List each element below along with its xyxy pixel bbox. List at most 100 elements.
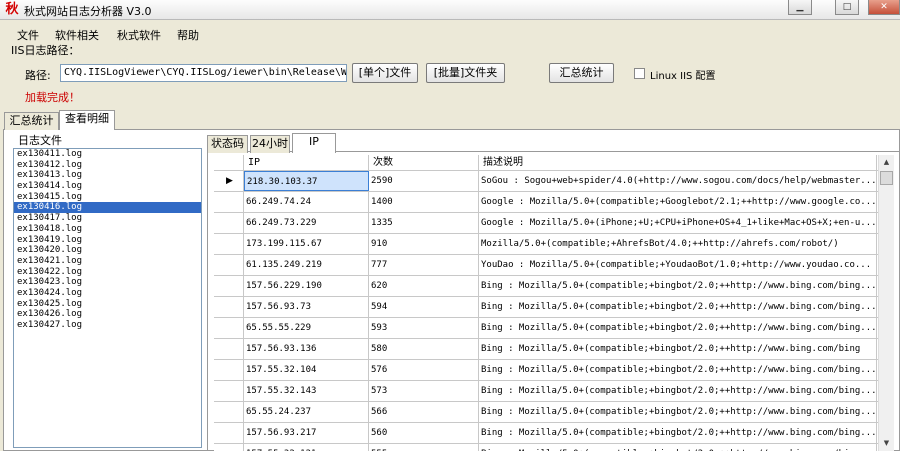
row-header[interactable] [214, 381, 244, 401]
cell-count[interactable]: 777 [369, 255, 479, 275]
log-file-item[interactable]: ex130418.log [14, 224, 201, 235]
row-header[interactable] [214, 276, 244, 296]
batch-folder-button[interactable]: [批量]文件夹 [426, 63, 505, 83]
tab-summary[interactable]: 汇总统计 [4, 112, 59, 130]
summary-button[interactable]: 汇总统计 [549, 63, 614, 83]
cell-ip[interactable]: 218.30.103.37 [244, 171, 369, 191]
cell-description[interactable]: Google : Mozilla/5.0+(compatible;+Google… [479, 192, 877, 212]
cell-ip[interactable]: 157.55.32.143 [244, 381, 369, 401]
table-row[interactable]: 157.56.93.136 580 Bing : Mozilla/5.0+(comp… [214, 339, 878, 360]
table-row[interactable]: 173.199.115.67 910 Mozilla/5.0+(compatible… [214, 234, 878, 255]
log-file-item[interactable]: ex130423.log [14, 277, 201, 288]
log-file-item[interactable]: ex130420.log [14, 245, 201, 256]
menu-software[interactable]: 软件相关 [55, 27, 99, 43]
cell-count[interactable]: 2590 [369, 171, 479, 191]
cell-count[interactable]: 560 [369, 423, 479, 443]
cell-description[interactable]: Bing : Mozilla/5.0+(compatible;+bingbot/… [479, 381, 877, 401]
table-row[interactable]: 66.249.74.24 1400 Google : Mozilla/5.0+(co… [214, 192, 878, 213]
cell-count[interactable]: 1335 [369, 213, 479, 233]
table-row[interactable]: 157.55.32.143 573 Bing : Mozilla/5.0+(comp… [214, 381, 878, 402]
log-file-item[interactable]: ex130422.log [14, 267, 201, 278]
cell-description[interactable]: SoGou : Sogou+web+spider/4.0(+http://www… [479, 171, 877, 191]
table-row[interactable]: 65.55.55.229 593 Bing : Mozilla/5.0+(compa… [214, 318, 878, 339]
row-header[interactable] [214, 360, 244, 380]
cell-description[interactable]: Google : Mozilla/5.0+(iPhone;+U;+CPU+iPh… [479, 213, 877, 233]
row-header[interactable] [214, 297, 244, 317]
table-row[interactable]: ▶ 218.30.103.37 2590 SoGou : Sogou+web+spid… [214, 171, 878, 192]
column-header-description[interactable]: 描述说明 [479, 155, 877, 170]
cell-count[interactable]: 580 [369, 339, 479, 359]
cell-ip[interactable]: 65.55.24.237 [244, 402, 369, 422]
row-header[interactable] [214, 255, 244, 275]
log-file-item[interactable]: ex130417.log [14, 213, 201, 224]
cell-description[interactable]: Bing : Mozilla/5.0+(compatible;+bingbot/… [479, 297, 877, 317]
table-row[interactable]: 65.55.24.237 566 Bing : Mozilla/5.0+(compa… [214, 402, 878, 423]
row-header[interactable] [214, 444, 244, 451]
log-file-item[interactable]: ex130421.log [14, 256, 201, 267]
table-row[interactable]: 66.249.73.229 1335 Google : Mozilla/5.0+(i… [214, 213, 878, 234]
grid-vertical-scrollbar[interactable]: ▲ ▼ [878, 155, 894, 451]
table-row[interactable]: 157.55.32.121555Bing : Mozilla/5.0+(comp… [214, 444, 878, 451]
maximize-button[interactable]: □ [835, 0, 859, 15]
row-header[interactable]: ▶ [214, 171, 244, 191]
cell-ip[interactable]: 66.249.74.24 [244, 192, 369, 212]
cell-description[interactable]: Bing : Mozilla/5.0+(compatible;+bingbot/… [479, 318, 877, 338]
cell-description[interactable]: Bing : Mozilla/5.0+(compatible;+bingbot/… [479, 444, 877, 451]
tab-ip[interactable]: IP [292, 133, 336, 153]
cell-description[interactable]: Bing : Mozilla/5.0+(compatible;+bingbot/… [479, 339, 877, 359]
table-row[interactable]: 157.56.229.190 620 Bing : Mozilla/5.0+(com… [214, 276, 878, 297]
menu-qiu-software[interactable]: 秋式软件 [117, 27, 161, 43]
cell-ip[interactable]: 157.56.229.190 [244, 276, 369, 296]
scroll-thumb[interactable] [880, 171, 893, 185]
log-file-item[interactable]: ex130425.log [14, 299, 201, 310]
row-header[interactable] [214, 423, 244, 443]
log-file-item[interactable]: ex130424.log [14, 288, 201, 299]
cell-ip[interactable]: 66.249.73.229 [244, 213, 369, 233]
cell-count[interactable]: 910 [369, 234, 479, 254]
table-row[interactable]: 157.55.32.104 576 Bing : Mozilla/5.0+(comp… [214, 360, 878, 381]
close-button[interactable]: ✕ [868, 0, 900, 15]
log-file-item[interactable]: ex130426.log [14, 309, 201, 320]
cell-count[interactable]: 576 [369, 360, 479, 380]
cell-ip[interactable]: 173.199.115.67 [244, 234, 369, 254]
log-file-item[interactable]: ex130414.log [14, 181, 201, 192]
table-row[interactable]: 61.135.249.219 777 YouDao : Mozilla/5.0+(c… [214, 255, 878, 276]
column-header-ip[interactable]: IP [244, 155, 369, 170]
single-file-button[interactable]: [单个]文件 [352, 63, 418, 83]
row-header[interactable] [214, 213, 244, 233]
cell-count[interactable]: 593 [369, 318, 479, 338]
cell-description[interactable]: YouDao : Mozilla/5.0+(compatible;+Youdao… [479, 255, 877, 275]
menu-help[interactable]: 帮助 [177, 27, 199, 43]
log-file-item[interactable]: ex130416.log [14, 202, 201, 214]
cell-ip[interactable]: 157.55.32.121 [244, 444, 369, 451]
cell-count[interactable]: 573 [369, 381, 479, 401]
table-row[interactable]: 157.56.93.217 560 Bing : Mozilla/5.0+(comp… [214, 423, 878, 444]
log-files-list[interactable]: ex130411.log ex130412.log ex130413.log ex13… [13, 148, 202, 448]
cell-description[interactable]: Mozilla/5.0+(compatible;+AhrefsBot/4.0;+… [479, 234, 877, 254]
log-file-item[interactable]: ex130427.log [14, 320, 201, 331]
tab-24-hours[interactable]: 24小时 [250, 135, 290, 153]
tab-details[interactable]: 查看明细 [59, 110, 115, 130]
column-header-count[interactable]: 次数 [369, 155, 479, 170]
cell-count[interactable]: 620 [369, 276, 479, 296]
log-file-item[interactable]: ex130412.log [14, 160, 201, 171]
cell-count[interactable]: 566 [369, 402, 479, 422]
row-header[interactable] [214, 234, 244, 254]
cell-ip[interactable]: 157.56.93.217 [244, 423, 369, 443]
cell-description[interactable]: Bing : Mozilla/5.0+(compatible;+bingbot/… [479, 423, 877, 443]
minimize-button[interactable]: ▁ [788, 0, 812, 15]
cell-description[interactable]: Bing : Mozilla/5.0+(compatible;+bingbot/… [479, 276, 877, 296]
cell-ip[interactable]: 157.56.93.73 [244, 297, 369, 317]
row-header[interactable] [214, 318, 244, 338]
cell-ip[interactable]: 65.55.55.229 [244, 318, 369, 338]
log-file-item[interactable]: ex130411.log [14, 149, 201, 160]
linux-iis-checkbox[interactable] [634, 68, 645, 79]
log-file-item[interactable]: ex130413.log [14, 170, 201, 181]
log-file-item[interactable]: ex130415.log [14, 192, 201, 203]
row-header[interactable] [214, 339, 244, 359]
cell-count[interactable]: 594 [369, 297, 479, 317]
log-file-item[interactable]: ex130419.log [14, 235, 201, 246]
row-header[interactable] [214, 192, 244, 212]
cell-description[interactable]: Bing : Mozilla/5.0+(compatible;+bingbot/… [479, 360, 877, 380]
cell-ip[interactable]: 157.56.93.136 [244, 339, 369, 359]
